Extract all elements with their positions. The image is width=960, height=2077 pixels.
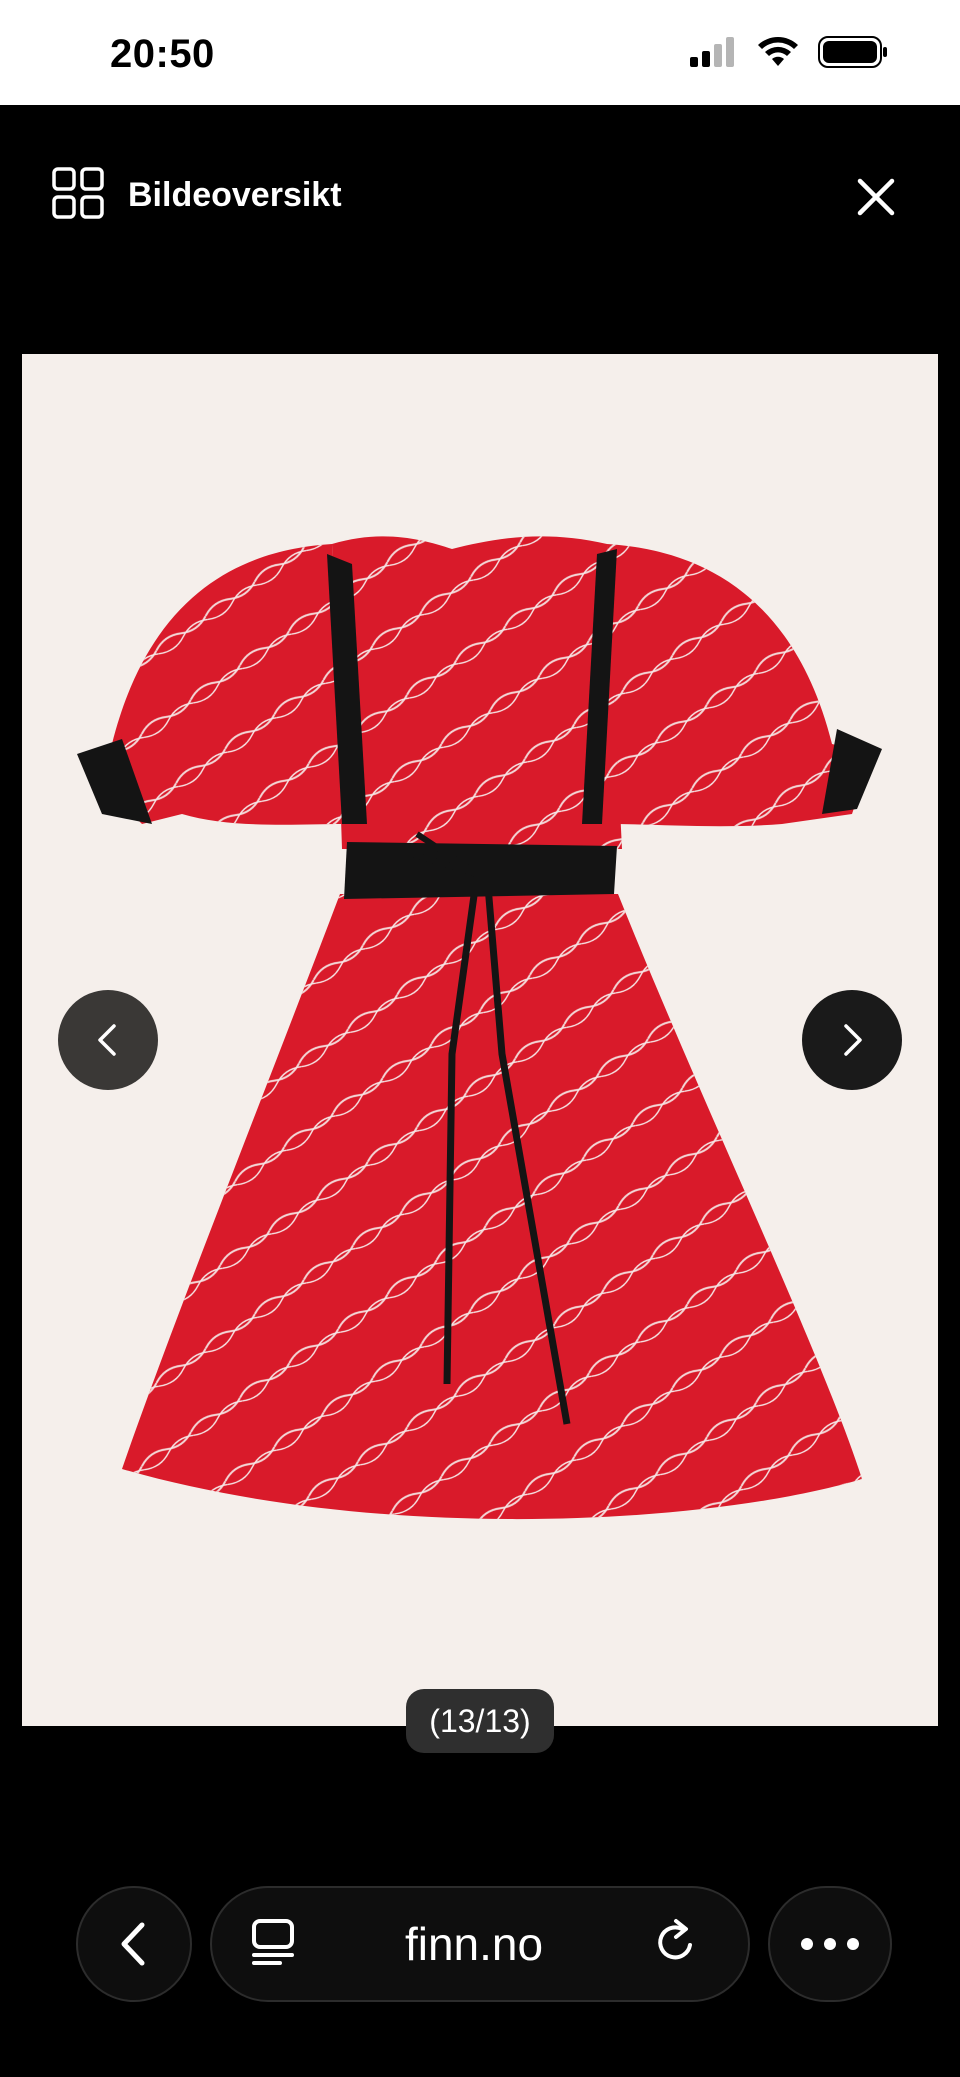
close-icon: [857, 178, 895, 216]
address-bar[interactable]: finn.no: [210, 1886, 750, 2002]
battery-icon: [818, 36, 888, 73]
browser-toolbar: finn.no: [0, 1850, 960, 2077]
more-icon: [801, 1938, 859, 1950]
viewer-header: Bildeoversikt: [0, 105, 960, 285]
chevron-right-icon: [844, 1024, 862, 1056]
url-text: finn.no: [404, 1918, 544, 1970]
dress-photo: [77, 536, 882, 1520]
status-bar: 20:50: [0, 0, 960, 105]
image-overview-label: Bildeoversikt: [128, 176, 342, 214]
listing-image[interactable]: [22, 354, 938, 1726]
status-time: 20:50: [110, 32, 215, 76]
chevron-left-icon: [121, 1922, 145, 1966]
tabs-icon[interactable]: [250, 1917, 296, 1972]
grid-icon: [52, 167, 104, 224]
next-image-button[interactable]: [802, 990, 902, 1090]
reload-icon[interactable]: [652, 1917, 700, 1972]
more-button[interactable]: [768, 1886, 892, 2002]
image-overview-button[interactable]: Bildeoversikt: [52, 167, 342, 224]
image-counter: (13/13): [406, 1689, 554, 1753]
close-button[interactable]: [852, 173, 900, 221]
cellular-signal-icon: [690, 37, 738, 72]
chevron-left-icon: [98, 1024, 116, 1056]
previous-image-button[interactable]: [58, 990, 158, 1090]
wifi-icon: [756, 36, 800, 73]
status-icons: [690, 36, 888, 73]
browser-back-button[interactable]: [76, 1886, 192, 2002]
